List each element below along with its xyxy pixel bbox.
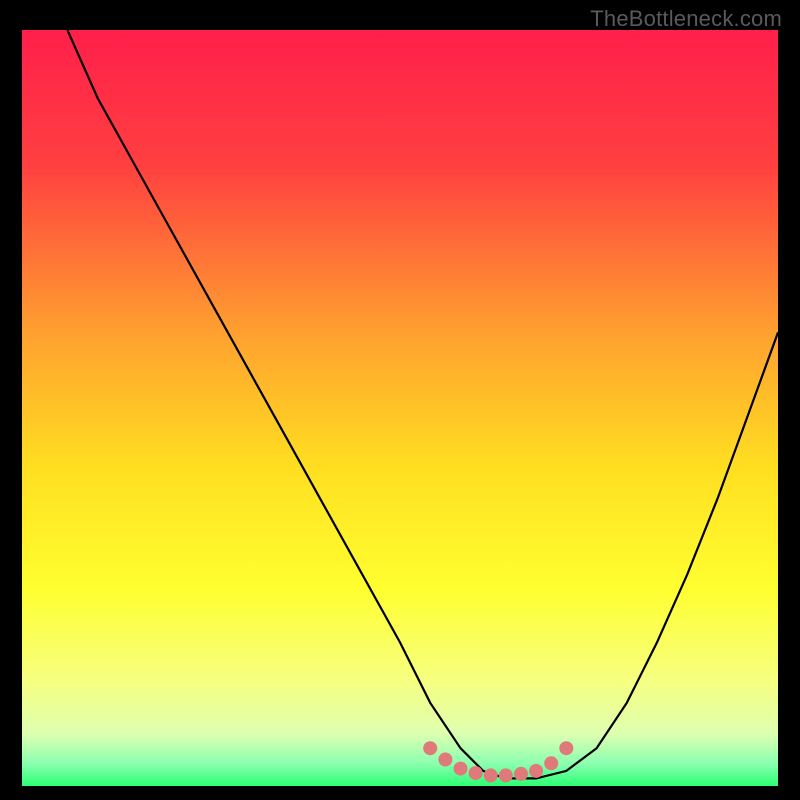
optimal-marker-dot	[514, 767, 528, 781]
optimal-marker-dot	[544, 756, 558, 770]
chart-background	[22, 30, 778, 786]
optimal-marker-dot	[559, 741, 573, 755]
optimal-marker-dot	[423, 741, 437, 755]
optimal-marker-dot	[469, 766, 483, 780]
optimal-marker-dot	[484, 768, 498, 782]
bottleneck-chart	[22, 30, 778, 786]
optimal-marker-dot	[454, 762, 468, 776]
optimal-marker-dot	[529, 764, 543, 778]
watermark-text: TheBottleneck.com	[590, 6, 782, 32]
optimal-marker-dot	[499, 768, 513, 782]
chart-container	[22, 30, 778, 786]
optimal-marker-dot	[438, 753, 452, 767]
